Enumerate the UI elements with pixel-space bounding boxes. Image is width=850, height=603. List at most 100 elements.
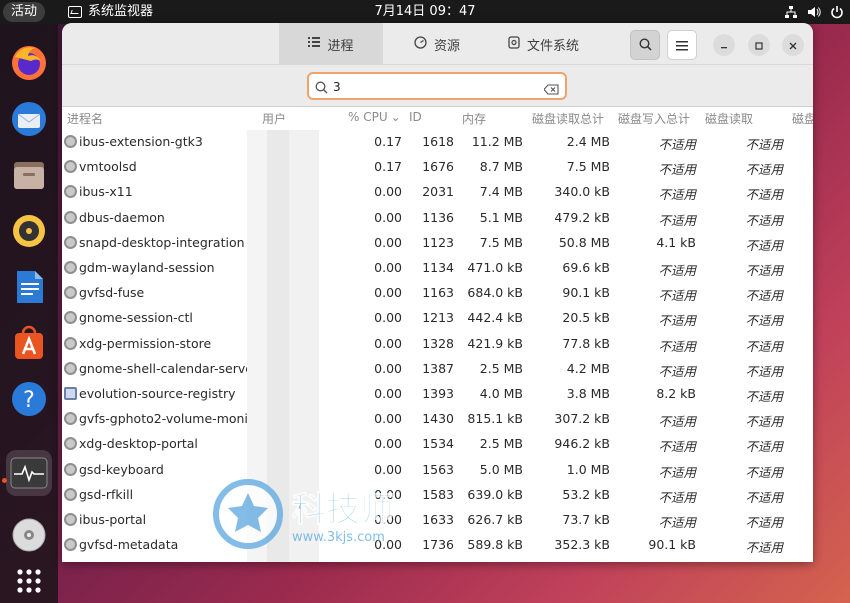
table-row[interactable]: evolution-source-registry 0.00 1393 4.0 MB 3… bbox=[62, 382, 813, 407]
disc-icon[interactable] bbox=[6, 512, 52, 558]
search-input[interactable] bbox=[333, 78, 533, 95]
cpu-value: 0.00 bbox=[374, 411, 402, 427]
disk-read-value: 不适用 bbox=[745, 237, 783, 253]
tab-label: 资源 bbox=[434, 38, 461, 54]
process-name: xdg-desktop-portal bbox=[79, 436, 198, 452]
column-header-disk-read[interactable]: 磁盘读取 bbox=[705, 110, 753, 127]
disk-write-total-value: 不适用 bbox=[658, 263, 696, 278]
column-header-user[interactable]: 用户 bbox=[262, 110, 286, 127]
column-header-memory[interactable]: 内存 bbox=[462, 110, 486, 127]
search-icon bbox=[315, 79, 328, 98]
table-row[interactable]: gsd-keyboard 0.00 1563 5.0 MB 1.0 MB 不适用 不适用 bbox=[62, 458, 813, 483]
rhythmbox-icon[interactable] bbox=[6, 208, 52, 254]
disk-write-total-value: 不适用 bbox=[658, 313, 696, 329]
table-row[interactable]: gsd-rfkill 0.00 1583 639.0 kB 53.2 kB 不适用 不适用 bbox=[62, 483, 813, 508]
process-icon bbox=[64, 210, 77, 224]
files-icon[interactable] bbox=[6, 152, 52, 198]
process-name: vmtoolsd bbox=[79, 159, 137, 175]
cpu-value: 0.00 bbox=[374, 209, 402, 225]
disk-read-total-value: 90.1 kB bbox=[562, 285, 610, 301]
disk-write-total-value: 不适用 bbox=[658, 439, 696, 455]
memory-value: 471.0 kB bbox=[467, 260, 523, 275]
clear-search-icon[interactable] bbox=[543, 80, 559, 99]
process-icon bbox=[64, 462, 77, 476]
disk-read-total-value: 2.4 MB bbox=[566, 134, 610, 149]
table-row[interactable]: gvfsd-metadata 0.00 1736 589.8 kB 352.3 kB 90… bbox=[62, 533, 813, 558]
help-icon[interactable]: ? bbox=[6, 376, 52, 422]
pid-value: 1328 bbox=[422, 335, 454, 351]
pid-value: 1387 bbox=[422, 360, 454, 376]
list-icon bbox=[308, 36, 321, 52]
cpu-value: 0.00 bbox=[374, 184, 402, 200]
table-row[interactable]: ibus-extension-gtk3 0.17 1618 11.2 MB 2.4 MB… bbox=[62, 130, 813, 155]
thunderbird-icon[interactable] bbox=[6, 96, 52, 142]
table-row[interactable]: xdg-desktop-portal 0.00 1534 2.5 MB 946.2 kB… bbox=[62, 432, 813, 457]
process-icon bbox=[64, 538, 77, 552]
table-row[interactable]: xdg-permission-store 0.00 1328 421.9 kB 77.8… bbox=[62, 332, 813, 357]
column-header-id[interactable]: ID bbox=[409, 110, 422, 124]
tab-file-systems[interactable]: 文件系统 bbox=[494, 23, 593, 65]
disk-write-total-value: 90.1 kB bbox=[648, 537, 696, 553]
table-row[interactable]: vmtoolsd 0.17 1676 8.7 MB 7.5 MB 不适用 不适用 bbox=[62, 155, 813, 180]
pid-value: 1676 bbox=[422, 159, 454, 175]
disk-read-value: 不适用 bbox=[745, 212, 783, 228]
clock[interactable]: 7月14日 09：47 bbox=[0, 0, 850, 24]
search-entry[interactable] bbox=[307, 72, 567, 100]
system-monitor-dock-icon[interactable] bbox=[6, 450, 52, 496]
process-name: evolution-source-registry bbox=[79, 386, 236, 401]
close-button[interactable] bbox=[782, 34, 804, 56]
disk-write-total-value: 不适用 bbox=[658, 187, 696, 203]
table-row[interactable]: gvfs-gphoto2-volume-monito 0.00 1430 815.1 … bbox=[62, 407, 813, 432]
system-tray[interactable] bbox=[784, 0, 844, 24]
column-header-cpu[interactable]: % CPU ⌄ bbox=[348, 110, 401, 124]
disk-write-total-value: 不适用 bbox=[658, 162, 696, 178]
table-row[interactable]: gnome-shell-calendar-server 0.00 1387 2.5 M… bbox=[62, 357, 813, 382]
cpu-value: 0.17 bbox=[374, 134, 402, 149]
table-row[interactable]: dbus-daemon 0.00 1136 5.1 MB 479.2 kB 不适用 不适用 bbox=[62, 206, 813, 231]
table-row[interactable]: snapd-desktop-integration 0.00 1123 7.5 MB 5… bbox=[62, 231, 813, 256]
process-icon bbox=[64, 311, 77, 325]
disk-read-value: 不适用 bbox=[745, 338, 783, 354]
table-row[interactable]: ibus-portal 0.00 1633 626.7 kB 73.7 kB 不适用 不适用 bbox=[62, 508, 813, 533]
disk-read-value: 不适用 bbox=[745, 489, 783, 505]
table-row[interactable]: gvfsd-fuse 0.00 1163 684.0 kB 90.1 kB 不适用 不适用 bbox=[62, 281, 813, 306]
firefox-icon[interactable] bbox=[6, 40, 52, 86]
disk-icon bbox=[508, 35, 520, 53]
column-header-disk-write-total[interactable]: 磁盘写入总计 bbox=[618, 110, 690, 127]
process-name: gsd-rfkill bbox=[79, 486, 134, 502]
column-header-name[interactable]: 进程名 bbox=[67, 110, 103, 127]
memory-value: 7.5 MB bbox=[479, 234, 523, 250]
process-name: gnome-shell-calendar-server bbox=[79, 360, 259, 376]
process-icon bbox=[64, 261, 77, 274]
main-menu-button[interactable] bbox=[667, 30, 697, 60]
disk-write-total-value: 不适用 bbox=[658, 363, 696, 379]
search-toggle-button[interactable] bbox=[630, 30, 660, 60]
process-name: gvfs-gphoto2-volume-monito bbox=[79, 411, 261, 427]
document-process-icon bbox=[64, 387, 77, 400]
software-store-icon[interactable] bbox=[6, 320, 52, 366]
process-name: ibus-x11 bbox=[79, 184, 133, 200]
disk-read-total-value: 946.2 kB bbox=[554, 436, 610, 452]
disk-write-total-value: 不适用 bbox=[658, 137, 696, 152]
header-bar: 进程 资源 文件系统 bbox=[62, 23, 813, 65]
search-bar bbox=[62, 65, 813, 107]
running-indicator bbox=[2, 478, 7, 483]
column-header-disk-read-total[interactable]: 磁盘读取总计 bbox=[532, 110, 604, 127]
libreoffice-writer-icon[interactable] bbox=[6, 264, 52, 310]
table-row[interactable]: gdm-wayland-session 0.00 1134 471.0 kB 69.6 … bbox=[62, 256, 813, 281]
memory-value: 7.4 MB bbox=[479, 184, 523, 200]
tab-processes[interactable]: 进程 bbox=[279, 23, 383, 65]
pid-value: 1136 bbox=[422, 209, 454, 225]
memory-value: 421.9 kB bbox=[467, 335, 523, 351]
minimize-button[interactable] bbox=[713, 34, 735, 56]
table-row[interactable]: ibus-x11 0.00 2031 7.4 MB 340.0 kB 不适用 不适用 bbox=[62, 180, 813, 205]
column-header-disk-write[interactable]: 磁盘 bbox=[792, 110, 813, 127]
show-apps-icon[interactable] bbox=[6, 558, 52, 603]
tab-resources[interactable]: 资源 bbox=[400, 23, 474, 65]
memory-value: 5.1 MB bbox=[479, 209, 523, 225]
process-icon bbox=[64, 513, 77, 526]
tab-label: 进程 bbox=[327, 38, 354, 54]
cpu-value: 0.00 bbox=[374, 461, 402, 477]
table-row[interactable]: gnome-session-ctl 0.00 1213 442.4 kB 20.5 kB… bbox=[62, 306, 813, 331]
maximize-button[interactable] bbox=[748, 34, 770, 56]
